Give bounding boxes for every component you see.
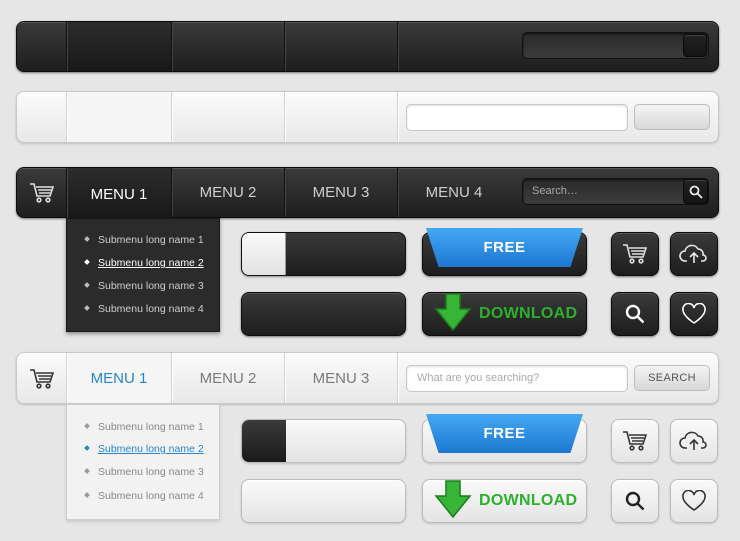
dark-empty-tab-2[interactable] [171,22,284,71]
toggle-knob-light[interactable] [242,233,286,275]
free-ribbon: FREE [426,228,583,267]
dark-submenu-item-4[interactable]: Submenu long name 4 [84,303,204,315]
cart-button-light[interactable] [611,419,659,463]
light-empty-tab-3[interactable] [284,92,397,142]
bullet-icon [84,282,90,288]
heart-button-dark[interactable] [670,292,718,336]
bullet-icon [84,259,90,265]
dark-search-button[interactable] [683,179,708,204]
dark-menu-bar-empty [16,21,719,72]
dark-search-field[interactable]: Search… [522,178,709,205]
light-tab-menu-3[interactable]: MENU 3 [284,353,397,403]
download-arrow-icon [433,292,473,334]
light-submenu-item-2[interactable]: Submenu long name 2 [84,443,204,455]
light-submenu-item-3[interactable]: Submenu long name 3 [84,466,204,478]
download-arrow-icon [433,479,473,521]
dark-empty-tab-1[interactable] [66,22,171,71]
heart-button-light[interactable] [670,479,718,523]
bullet-icon [84,305,90,311]
light-submenu-dropdown: Submenu long name 1 Submenu long name 2 … [66,404,220,520]
light-search-field[interactable]: What are you searching? [406,365,628,392]
dark-menu-bar: MENU 1 MENU 2 MENU 3 MENU 4 Search… [16,167,719,220]
dark-tab-menu-1[interactable]: MENU 1 [66,168,171,220]
free-label: FREE [483,239,526,256]
dark-tab-menu-2[interactable]: MENU 2 [171,168,284,217]
upload-button-dark[interactable] [670,232,718,276]
heart-icon [682,490,706,511]
light-empty-tab-2[interactable] [171,92,284,142]
dark-submenu-item-1[interactable]: Submenu long name 1 [84,234,204,246]
free-ribbon: FREE [426,414,583,453]
dark-submenu-label-1: Submenu long name 1 [98,234,204,246]
cart-icon [623,431,648,451]
cart-icon[interactable] [27,180,57,206]
search-button-light[interactable] [611,479,659,523]
light-menu-bar-empty [16,91,719,143]
dark-tab-menu-4[interactable]: MENU 4 [397,168,510,217]
light-empty-button[interactable] [241,479,406,523]
search-button-dark[interactable] [611,292,659,336]
dark-empty-search-button[interactable] [683,34,707,57]
search-icon [689,185,703,199]
dark-empty-tab-3[interactable] [284,22,397,71]
upload-button-light[interactable] [670,419,718,463]
dark-submenu-item-2[interactable]: Submenu long name 2 [84,257,204,269]
light-tab-menu-2[interactable]: MENU 2 [171,353,284,403]
light-empty-tab-1[interactable] [66,92,171,142]
toggle-knob-dark[interactable] [242,420,286,462]
bullet-icon [84,468,90,474]
light-submenu-item-1[interactable]: Submenu long name 1 [84,421,204,433]
download-label-dark: DOWNLOAD [479,305,578,322]
dark-empty-tab-4[interactable] [397,22,510,71]
light-empty-search-field[interactable] [406,104,628,131]
light-search-button[interactable]: SEARCH [634,365,710,391]
bullet-icon [84,492,90,498]
light-submenu-label-4: Submenu long name 4 [98,490,204,502]
light-menu-bar: MENU 1 MENU 2 MENU 3 What are you search… [16,352,719,404]
dark-empty-button[interactable] [241,292,406,336]
dark-empty-search-field[interactable] [522,32,709,59]
cart-icon[interactable] [27,366,57,392]
cart-button-dark[interactable] [611,232,659,276]
free-label: FREE [483,425,526,442]
cloud-upload-icon [679,431,707,450]
search-icon [625,491,645,511]
dark-tab-menu-3[interactable]: MENU 3 [284,168,397,217]
light-search-placeholder: What are you searching? [417,372,540,384]
dark-submenu-dropdown: Submenu long name 1 Submenu long name 2 … [66,218,220,332]
cart-icon [623,244,648,264]
heart-icon [682,303,706,324]
bullet-icon [84,236,90,242]
dark-submenu-label-4: Submenu long name 4 [98,303,204,315]
dark-submenu-label-2: Submenu long name 2 [98,257,204,269]
cloud-upload-icon [679,244,707,263]
light-submenu-label-3: Submenu long name 3 [98,466,204,478]
dark-toggle-switch[interactable] [241,232,406,276]
dark-submenu-item-3[interactable]: Submenu long name 3 [84,280,204,292]
search-icon [625,304,645,324]
search-button-label: SEARCH [648,372,696,384]
light-submenu-label-2: Submenu long name 2 [98,443,204,455]
download-button-dark[interactable]: DOWNLOAD [422,292,587,336]
light-tab-menu-1[interactable]: MENU 1 [66,353,171,403]
light-toggle-switch[interactable] [241,419,406,463]
bullet-icon [84,445,90,451]
light-empty-search-button[interactable] [634,104,710,130]
download-label-light: DOWNLOAD [479,492,578,509]
bullet-icon [84,423,90,429]
dark-search-placeholder: Search… [532,185,578,197]
dark-submenu-label-3: Submenu long name 3 [98,280,204,292]
light-submenu-label-1: Submenu long name 1 [98,421,204,433]
light-submenu-item-4[interactable]: Submenu long name 4 [84,490,204,502]
download-button-light[interactable]: DOWNLOAD [422,479,587,523]
